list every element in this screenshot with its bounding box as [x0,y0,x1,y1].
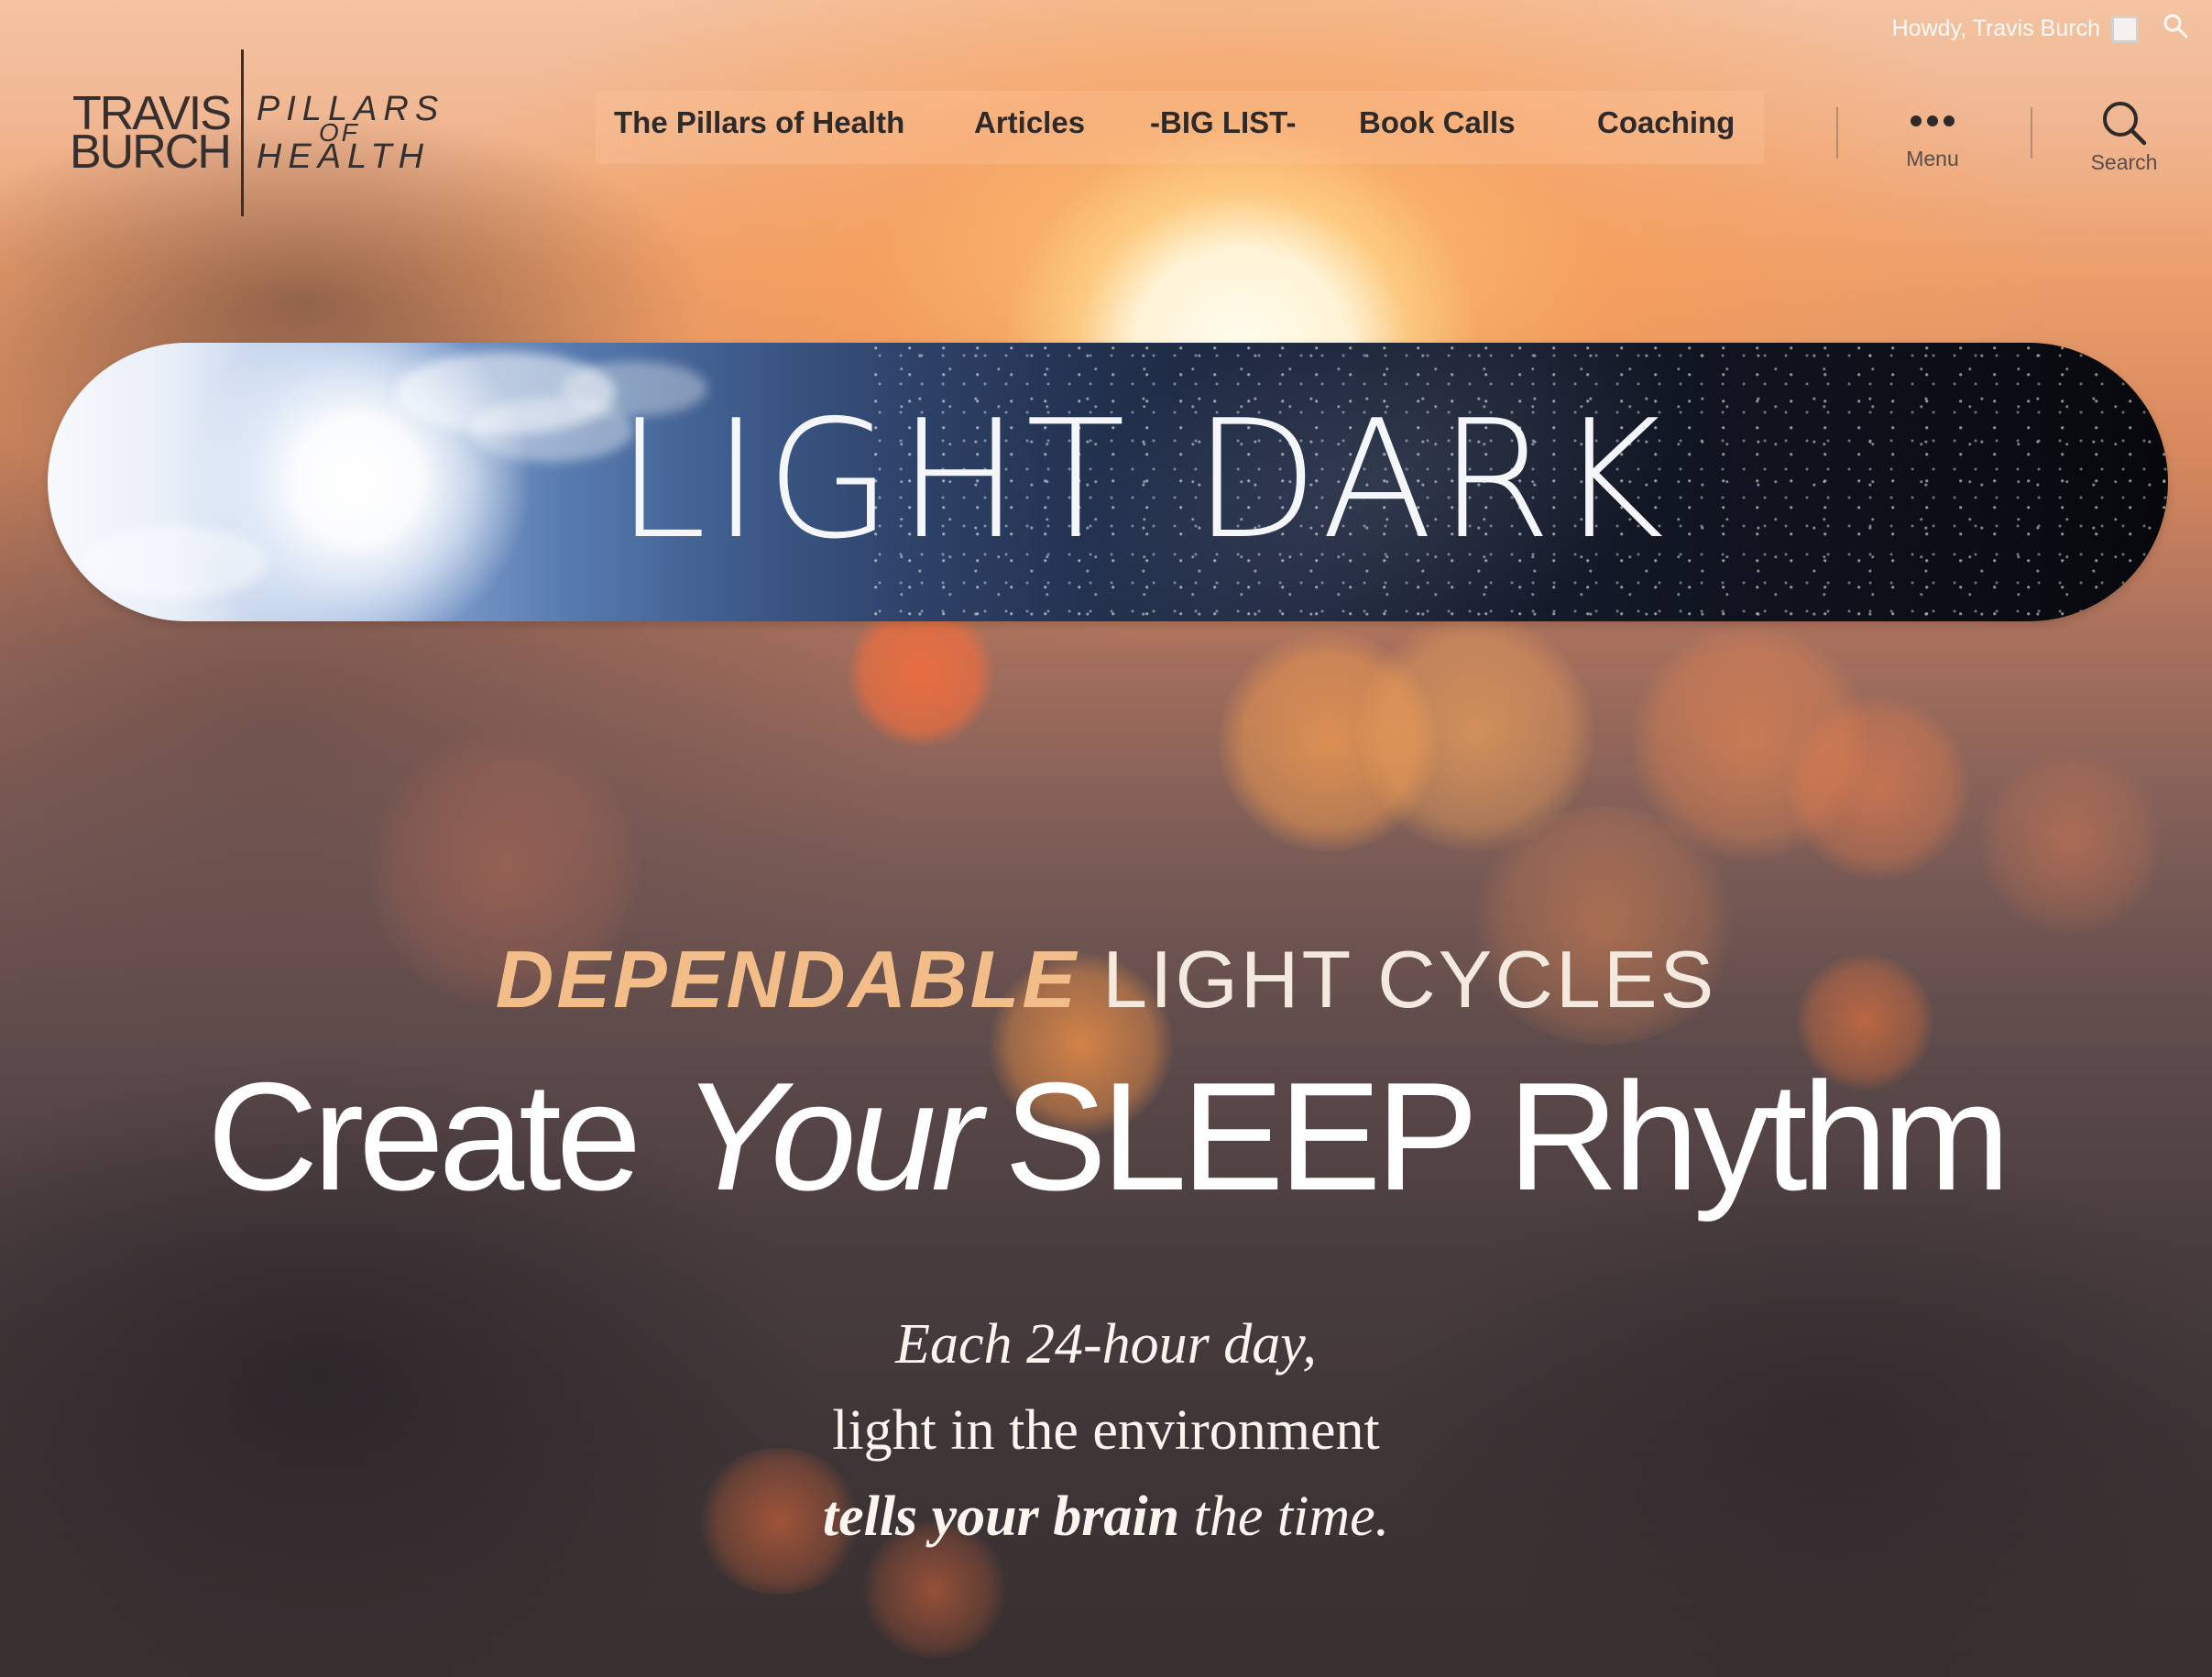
bokeh-light [1787,696,1970,880]
bokeh-light [1219,632,1439,852]
admin-bar: Howdy, Travis Burch [1892,13,2188,45]
search-toggle-button[interactable]: Search [2064,102,2184,175]
light-dark-banner: LIGHT DARK [48,343,2168,621]
hero-tagline: Each 24-hour day, light in the environme… [0,1301,2212,1560]
user-avatar-icon[interactable] [2111,15,2139,43]
logo-tagline: PILLARS OF HEALTH [244,92,444,176]
tagline-line-3: tells your brain the time. [0,1474,2212,1560]
headline-part-1: Create [207,1050,641,1222]
search-icon [2100,102,2148,150]
magnifier-icon[interactable] [2163,13,2188,45]
nav-item-pillars-of-health[interactable]: The Pillars of Health [614,105,904,140]
menu-toggle-button[interactable]: Menu [1873,108,1992,171]
nav-divider [2031,107,2032,159]
kicker-rest: LIGHT CYCLES [1102,934,1717,1025]
logo-name: TRAVIS BURCH [70,90,241,179]
logo-right-line-3: HEALTH [256,137,431,176]
headline-italic: Your [682,1050,982,1222]
hero-kicker: DEPENDABLE LIGHT CYCLES [0,933,2212,1026]
bokeh-light [1979,751,2163,935]
menu-label: Menu [1906,147,1959,170]
site-logo[interactable]: TRAVIS BURCH PILLARS OF HEALTH [70,48,444,218]
cloud-shape [84,526,268,599]
nav-item-big-list[interactable]: -BIG LIST- [1150,105,1297,140]
banner-word-light: LIGHT [616,385,1132,575]
headline-part-2: SLEEP Rhythm [1003,1050,2010,1222]
logo-line-2: BURCH [70,126,232,179]
hero-headline: Create Your SLEEP Rhythm [0,1054,2212,1219]
kicker-emphasis: DEPENDABLE [495,934,1079,1025]
search-label: Search [2090,150,2158,174]
tagline-line-3-emphasis: tells your brain [822,1485,1180,1548]
admin-greeting[interactable]: Howdy, Travis Burch [1892,16,2100,42]
primary-nav: The Pillars of Health Articles -BIG LIST… [596,91,1764,164]
banner-word-dark: DARK [1193,385,1670,575]
tagline-line-1: Each 24-hour day, [895,1313,1317,1376]
nav-divider [1836,107,1838,159]
tagline-line-2: light in the environment [832,1399,1380,1462]
bokeh-light [1356,614,1594,852]
bokeh-light [1631,623,1869,861]
tagline-line-3-rest: the time. [1193,1485,1390,1548]
nav-item-coaching[interactable]: Coaching [1597,105,1735,140]
nav-item-book-calls[interactable]: Book Calls [1359,105,1516,140]
hero-page: Howdy, Travis Burch TRAVIS BURCH PILLARS… [0,0,2212,1677]
bokeh-light [848,600,994,747]
nav-item-articles[interactable]: Articles [974,105,1085,140]
more-dots-icon [1905,108,1960,137]
